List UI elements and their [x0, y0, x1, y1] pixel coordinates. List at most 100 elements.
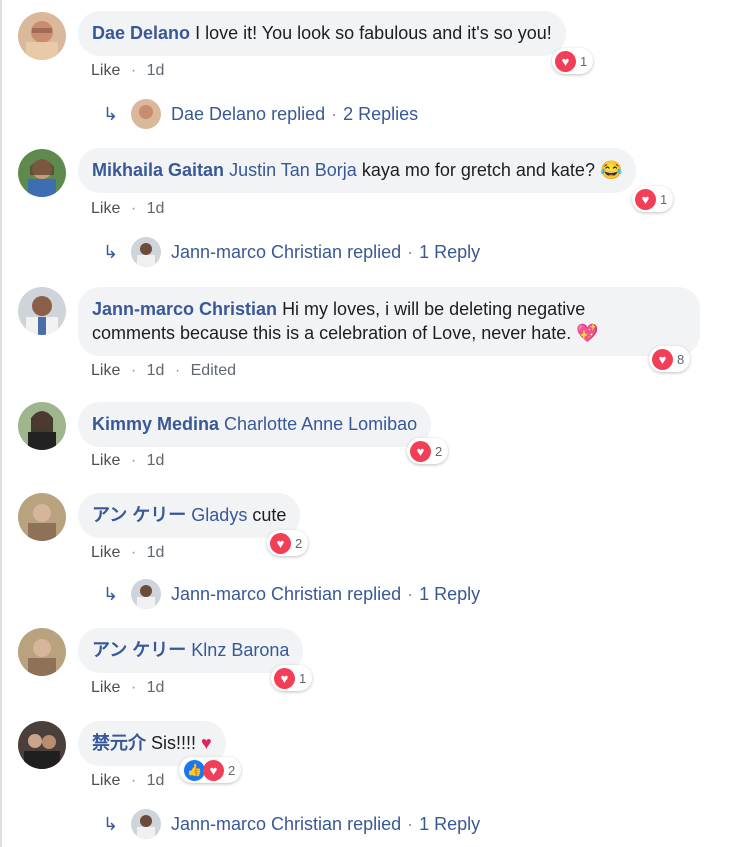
reply-author: Jann-marco Christian — [171, 813, 343, 834]
replies-link[interactable]: ↳ Jann-marco Christian replied · 1 Reply — [103, 236, 480, 268]
love-reaction-icon: ♥ — [635, 188, 656, 210]
separator: · — [130, 679, 137, 696]
reaction-count: 1 — [299, 670, 307, 686]
comment-text-line2: comments because this is a celebration o… — [92, 323, 572, 343]
replies-link[interactable]: ↳ Dae Delano replied · 2 Replies — [103, 98, 418, 130]
avatar-an-keri[interactable] — [18, 493, 66, 541]
left-border — [0, 0, 2, 847]
replies-link[interactable]: ↳ Jann-marco Christian replied · 1 Reply — [103, 578, 480, 610]
like-button[interactable]: Like — [91, 362, 120, 379]
comment-text: Hi my loves, i will be deleting negative — [282, 299, 586, 319]
comment-meta: Like · 1d — [91, 62, 164, 80]
comment-timestamp[interactable]: 1d — [147, 772, 165, 789]
like-button[interactable]: Like — [91, 544, 120, 561]
reply-count: 2 Replies — [343, 103, 419, 124]
reaction-summary[interactable]: ♥ 1 — [632, 186, 674, 212]
comment-meta: Like · 1d — [91, 200, 164, 218]
like-button[interactable]: Like — [91, 62, 120, 79]
mention-link[interactable]: Gladys — [191, 505, 247, 525]
reaction-summary[interactable]: ♥ 1 — [552, 48, 594, 74]
reply-arrow-icon: ↳ — [103, 103, 119, 124]
mention-link[interactable]: Justin Tan Borja — [229, 160, 357, 180]
separator: · — [130, 452, 137, 469]
replies-link[interactable]: ↳ Jann-marco Christian replied · 1 Reply — [103, 808, 480, 840]
avatar-jin-yuan-jie[interactable] — [18, 721, 66, 769]
comment-bubble: Jann-marco Christian Hi my loves, i will… — [78, 287, 700, 356]
avatar-kimmy-medina[interactable] — [18, 402, 66, 450]
reaction-count: 2 — [435, 443, 443, 459]
reply-arrow-icon: ↳ — [103, 583, 119, 604]
reply-avatar — [131, 579, 161, 609]
reply-count: 1 Reply — [419, 241, 481, 262]
like-button[interactable]: Like — [91, 679, 120, 696]
comment-timestamp[interactable]: 1d — [147, 200, 165, 217]
avatar-mikhaila-gaitan[interactable] — [18, 149, 66, 197]
comment-author[interactable]: Kimmy Medina — [92, 414, 219, 434]
reply-verb: replied — [347, 583, 402, 604]
reply-arrow-icon: ↳ — [103, 241, 119, 262]
like-button[interactable]: Like — [91, 200, 120, 217]
avatar-jann-marco-christian[interactable] — [18, 287, 66, 335]
separator: · — [130, 362, 137, 379]
comment-timestamp[interactable]: 1d — [147, 679, 165, 696]
reply-avatar — [131, 237, 161, 267]
separator: · — [331, 103, 338, 124]
reaction-summary[interactable]: ♥ 2 — [267, 530, 309, 556]
reaction-count: 2 — [228, 762, 236, 778]
comment-author[interactable]: アン ケリー — [92, 505, 186, 525]
separator: · — [407, 583, 414, 604]
edited-label[interactable]: Edited — [191, 362, 236, 379]
separator: · — [130, 772, 137, 789]
separator: · — [407, 241, 414, 262]
red-heart-emoji-icon: ♥ — [201, 733, 212, 753]
comment-timestamp[interactable]: 1d — [147, 452, 165, 469]
comment-bubble: Kimmy Medina Charlotte Anne Lomibao — [78, 402, 432, 447]
comment-author[interactable]: Mikhaila Gaitan — [92, 160, 224, 180]
reaction-count: 1 — [580, 53, 588, 69]
comment-meta: Like · 1d — [91, 772, 164, 790]
like-button[interactable]: Like — [91, 452, 120, 469]
love-reaction-icon: ♥ — [555, 50, 576, 72]
separator: · — [174, 362, 181, 379]
comment-meta: Like · 1d — [91, 452, 164, 470]
reaction-summary[interactable]: ♥ 8 — [649, 346, 691, 372]
comment-text: cute — [252, 505, 287, 525]
reaction-summary[interactable]: ♥ 2 — [407, 438, 449, 464]
comment-meta: Like · 1d — [91, 544, 164, 562]
reaction-count: 1 — [660, 191, 668, 207]
comment-bubble: アン ケリー Gladys cute — [78, 493, 301, 538]
comment-author[interactable]: Dae Delano — [92, 23, 190, 43]
comment-timestamp[interactable]: 1d — [147, 544, 165, 561]
love-reaction-icon: ♥ — [410, 440, 431, 462]
reply-arrow-icon: ↳ — [103, 813, 119, 834]
separator: · — [130, 62, 137, 79]
comment-timestamp[interactable]: 1d — [147, 362, 165, 379]
reaction-count: 8 — [677, 351, 685, 367]
separator: · — [130, 200, 137, 217]
like-button[interactable]: Like — [91, 772, 120, 789]
comment-author[interactable]: 禁元介 — [92, 733, 146, 753]
avatar-dae-delano[interactable] — [18, 12, 66, 60]
reply-avatar — [131, 99, 161, 129]
reaction-summary[interactable]: ♥ 1 — [271, 665, 313, 691]
reply-count: 1 Reply — [419, 583, 481, 604]
mention-link[interactable]: Klnz Barona — [191, 640, 289, 660]
love-reaction-icon: ♥ — [274, 667, 295, 689]
comment-author[interactable]: アン ケリー — [92, 640, 186, 660]
avatar-an-keri[interactable] — [18, 628, 66, 676]
comment-author[interactable]: Jann-marco Christian — [92, 299, 277, 319]
comment-text: I love it! You look so fabulous and it's… — [195, 23, 552, 43]
laughing-emoji-icon: 😂 — [599, 160, 623, 180]
love-reaction-icon: ♥ — [652, 348, 673, 370]
comment-meta: Like · 1d — [91, 679, 164, 697]
love-reaction-icon: ♥ — [203, 759, 224, 781]
mention-link[interactable]: Charlotte Anne Lomibao — [224, 414, 417, 434]
comment-bubble: Dae Delano I love it! You look so fabulo… — [78, 11, 566, 56]
reply-verb: replied — [271, 103, 326, 124]
reaction-summary[interactable]: 👍 ♥ 2 — [179, 757, 242, 783]
comment-timestamp[interactable]: 1d — [147, 62, 165, 79]
sparkling-heart-emoji-icon: 💖 — [576, 323, 599, 343]
separator: · — [407, 813, 414, 834]
comment-bubble: アン ケリー Klnz Barona — [78, 628, 304, 673]
reply-verb: replied — [347, 241, 402, 262]
